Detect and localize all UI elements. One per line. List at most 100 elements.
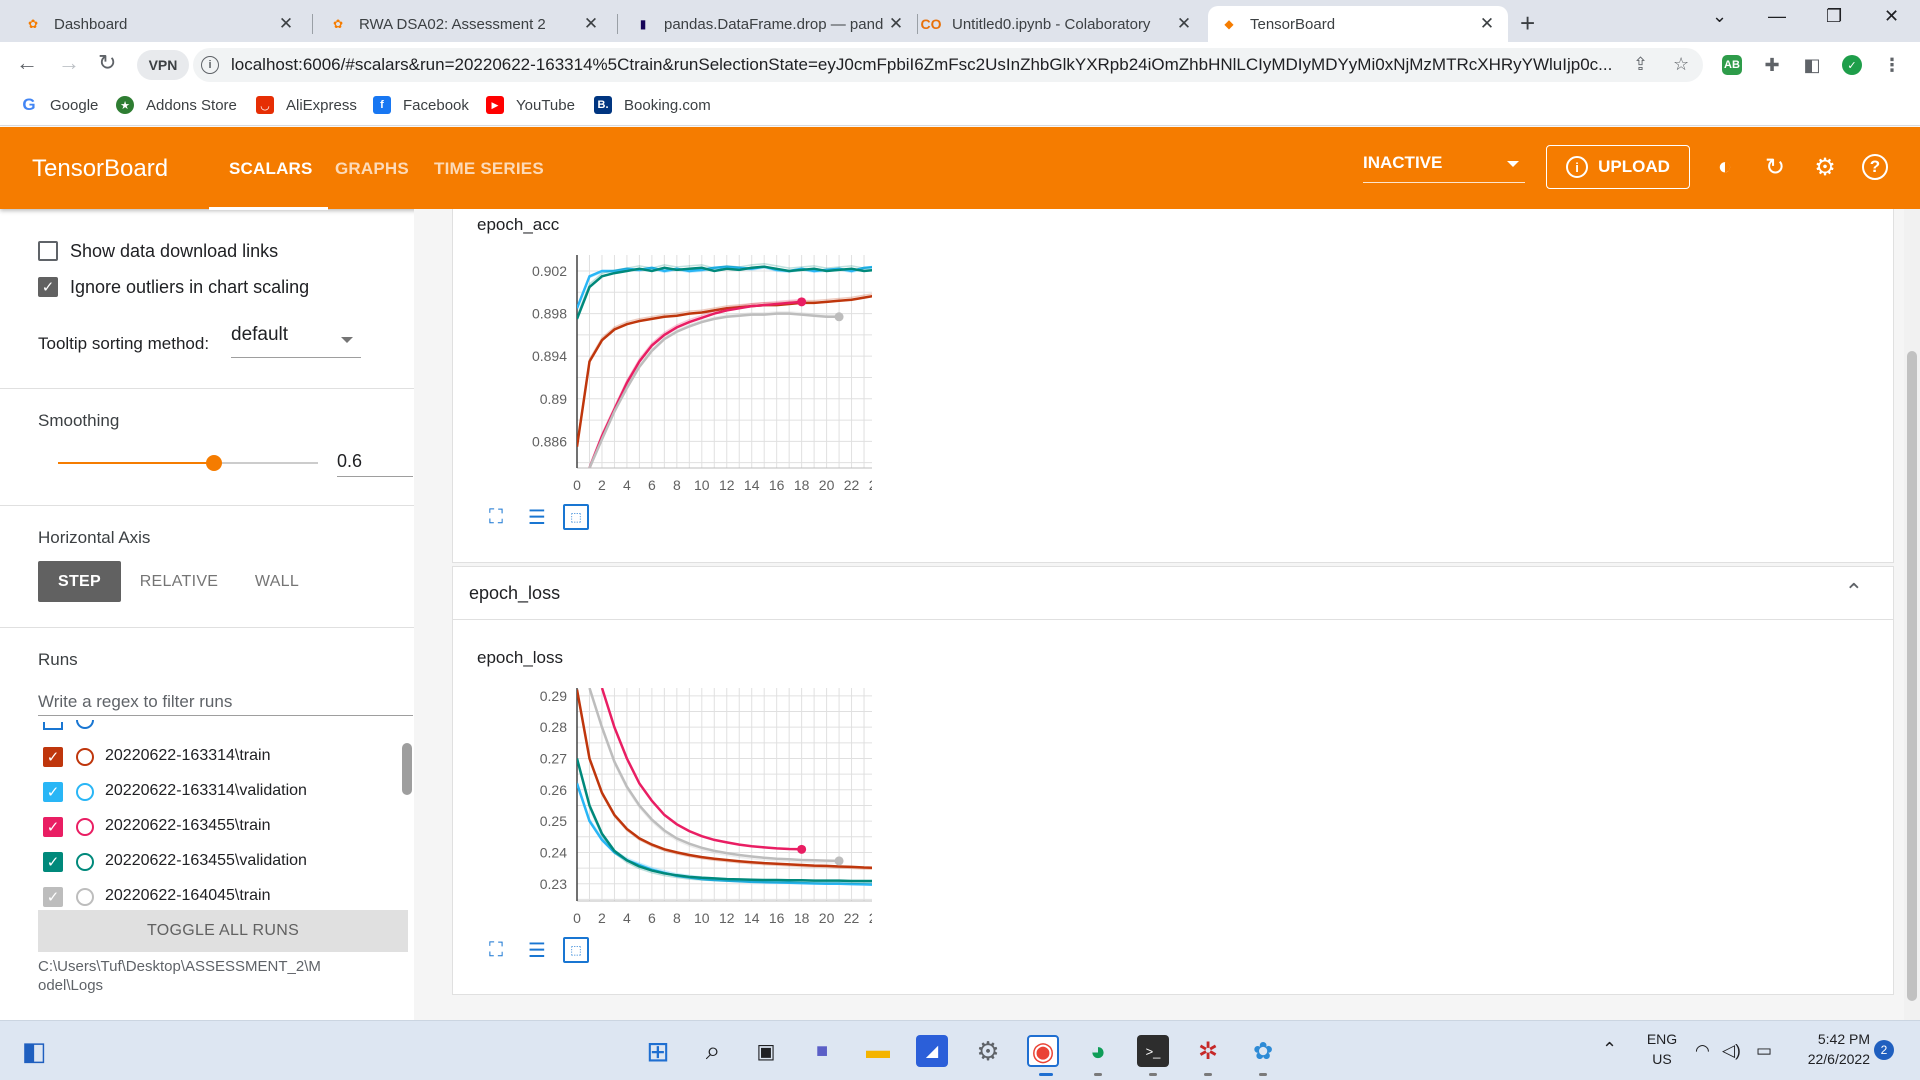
- smoothing-value-input[interactable]: 0.6: [337, 441, 413, 477]
- menu-kebab-icon[interactable]: ⋮: [1882, 55, 1902, 75]
- window-close-button[interactable]: ✕: [1884, 6, 1899, 27]
- show-download-links-checkbox[interactable]: [38, 241, 58, 261]
- edge-icon[interactable]: ◕: [1082, 1035, 1114, 1067]
- tab-pandas-docs[interactable]: ▮ pandas.DataFrame.drop — pand ✕: [622, 6, 917, 42]
- epoch-acc-chart[interactable]: 0246810121416182022240.8860.890.8940.898…: [452, 235, 872, 525]
- inactive-plugins-select[interactable]: INACTIVE: [1363, 153, 1525, 183]
- tab-time-series[interactable]: TIME SERIES: [434, 159, 544, 179]
- bookmark-booking[interactable]: B. Booking.com: [594, 96, 711, 114]
- settings-gear-icon[interactable]: ⚙: [1810, 152, 1840, 182]
- run-color-swatch[interactable]: [76, 888, 94, 906]
- run-color-swatch[interactable]: [76, 748, 94, 766]
- media-icon[interactable]: ✲: [1192, 1035, 1224, 1067]
- code-editor-icon[interactable]: ◢: [916, 1035, 948, 1067]
- run-row[interactable]: ✓ 20220622-164045\train: [0, 882, 400, 912]
- run-row[interactable]: ✓ 20220622-163455\train: [0, 812, 400, 842]
- partially-hidden-checkbox[interactable]: [43, 722, 63, 730]
- close-icon[interactable]: ✕: [1478, 14, 1496, 34]
- maximize-button[interactable]: ❐: [1826, 6, 1842, 27]
- fit-domain-icon[interactable]: ⬚: [563, 937, 589, 963]
- battery-icon[interactable]: ▭: [1756, 1041, 1772, 1061]
- widgets-icon[interactable]: ◧: [18, 1035, 50, 1067]
- bookmark-aliexpress[interactable]: ◡ AliExpress: [256, 96, 357, 114]
- run-row[interactable]: ✓ 20220622-163455\validation: [0, 847, 400, 877]
- toggle-log-scale-icon[interactable]: ☰: [524, 504, 550, 530]
- axis-relative-button[interactable]: RELATIVE: [131, 561, 227, 602]
- reload-button[interactable]: ↻: [98, 50, 116, 76]
- teams-chat-icon[interactable]: ■: [806, 1035, 838, 1067]
- url-text[interactable]: localhost:6006/#scalars&run=20220622-163…: [231, 55, 1641, 75]
- run-checkbox[interactable]: ✓: [43, 817, 63, 837]
- tab-dashboard[interactable]: ✿ Dashboard ✕: [12, 6, 307, 42]
- extensions-puzzle-icon[interactable]: ✚: [1762, 55, 1782, 75]
- chevron-up-icon[interactable]: ⌃: [1845, 579, 1863, 605]
- bookmark-google[interactable]: G Google: [20, 96, 98, 114]
- runs-scrollbar[interactable]: [402, 743, 412, 795]
- slider-thumb[interactable]: [206, 455, 222, 471]
- bookmark-facebook[interactable]: f Facebook: [373, 96, 469, 114]
- epoch-loss-group-header[interactable]: epoch_loss ⌃: [452, 566, 1894, 620]
- run-checkbox[interactable]: ✓: [43, 887, 63, 907]
- tab-colab[interactable]: CO Untitled0.ipynb - Colaboratory ✕: [910, 6, 1205, 42]
- notification-badge[interactable]: 2: [1874, 1040, 1894, 1060]
- volume-icon[interactable]: ◁): [1722, 1041, 1741, 1061]
- tab-rwa-assessment[interactable]: ✿ RWA DSA02: Assessment 2 ✕: [317, 6, 612, 42]
- run-checkbox[interactable]: ✓: [43, 782, 63, 802]
- tab-scalars[interactable]: SCALARS: [229, 159, 313, 179]
- search-icon[interactable]: ⌕: [697, 1035, 729, 1067]
- run-color-swatch[interactable]: [76, 783, 94, 801]
- scrollbar-thumb[interactable]: [1907, 351, 1917, 1001]
- vpn-button[interactable]: VPN: [137, 50, 189, 80]
- start-icon[interactable]: ⊞: [642, 1035, 674, 1067]
- expand-chart-icon[interactable]: ⛶: [483, 937, 509, 963]
- brand-logo[interactable]: TensorBoard: [32, 155, 168, 183]
- run-row[interactable]: ✓ 20220622-163314\train: [0, 742, 400, 772]
- settings-icon[interactable]: ⚙: [972, 1035, 1004, 1067]
- clock-date[interactable]: 22/6/2022: [1790, 1051, 1870, 1067]
- task-view-icon[interactable]: ▣: [750, 1035, 782, 1067]
- file-explorer-icon[interactable]: ▬: [862, 1035, 894, 1067]
- adblock-extension-icon[interactable]: AB: [1722, 55, 1742, 75]
- reload-data-icon[interactable]: ↻: [1760, 152, 1790, 182]
- run-color-swatch[interactable]: [76, 818, 94, 836]
- back-button[interactable]: ←: [16, 50, 38, 76]
- upload-button[interactable]: i UPLOAD: [1546, 145, 1690, 189]
- run-color-swatch[interactable]: [76, 853, 94, 871]
- forward-button[interactable]: →: [58, 50, 80, 76]
- wifi-icon[interactable]: ◠: [1695, 1041, 1710, 1061]
- show-hidden-icons-chevron-icon[interactable]: ⌃: [1602, 1039, 1617, 1060]
- fit-domain-icon[interactable]: ⬚: [563, 504, 589, 530]
- new-tab-button[interactable]: +: [1520, 8, 1535, 39]
- close-icon[interactable]: ✕: [887, 14, 905, 34]
- share-icon[interactable]: ⇪: [1633, 54, 1648, 75]
- expand-chart-icon[interactable]: ⛶: [483, 504, 509, 530]
- language-secondary[interactable]: US: [1642, 1051, 1682, 1067]
- close-icon[interactable]: ✕: [277, 14, 295, 34]
- axis-step-button[interactable]: STEP: [38, 561, 121, 602]
- axis-wall-button[interactable]: WALL: [237, 561, 317, 602]
- run-checkbox[interactable]: ✓: [43, 747, 63, 767]
- page-scrollbar[interactable]: [1904, 209, 1920, 1020]
- shield-extension-icon[interactable]: ✓: [1842, 55, 1862, 75]
- tab-graphs[interactable]: GRAPHS: [335, 159, 409, 179]
- run-row[interactable]: ✓ 20220622-163314\validation: [0, 777, 400, 807]
- address-bar[interactable]: i localhost:6006/#scalars&run=20220622-1…: [193, 48, 1703, 82]
- tooltip-sorting-select[interactable]: default: [231, 324, 361, 358]
- bookmark-youtube[interactable]: ▶ YouTube: [486, 96, 575, 114]
- language-primary[interactable]: ENG: [1642, 1031, 1682, 1047]
- site-info-icon[interactable]: i: [201, 56, 219, 74]
- toggle-log-scale-icon[interactable]: ☰: [524, 937, 550, 963]
- side-panel-icon[interactable]: ◧: [1802, 55, 1822, 75]
- bookmark-addons-store[interactable]: ★ Addons Store: [116, 96, 237, 114]
- close-icon[interactable]: ✕: [582, 14, 600, 34]
- minimize-button[interactable]: —: [1768, 6, 1786, 27]
- tab-search-chevron-icon[interactable]: ⌄: [1712, 6, 1727, 27]
- close-icon[interactable]: ✕: [1175, 14, 1193, 34]
- bookmark-star-icon[interactable]: ☆: [1673, 54, 1689, 75]
- terminal-icon[interactable]: >_: [1137, 1035, 1169, 1067]
- epoch-loss-chart[interactable]: 0246810121416182022240.230.240.250.260.2…: [452, 668, 872, 958]
- paint-icon[interactable]: ✿: [1247, 1035, 1279, 1067]
- help-icon[interactable]: ?: [1860, 152, 1890, 182]
- chrome-icon[interactable]: ◉: [1027, 1035, 1059, 1067]
- ignore-outliers-checkbox[interactable]: ✓: [38, 277, 58, 297]
